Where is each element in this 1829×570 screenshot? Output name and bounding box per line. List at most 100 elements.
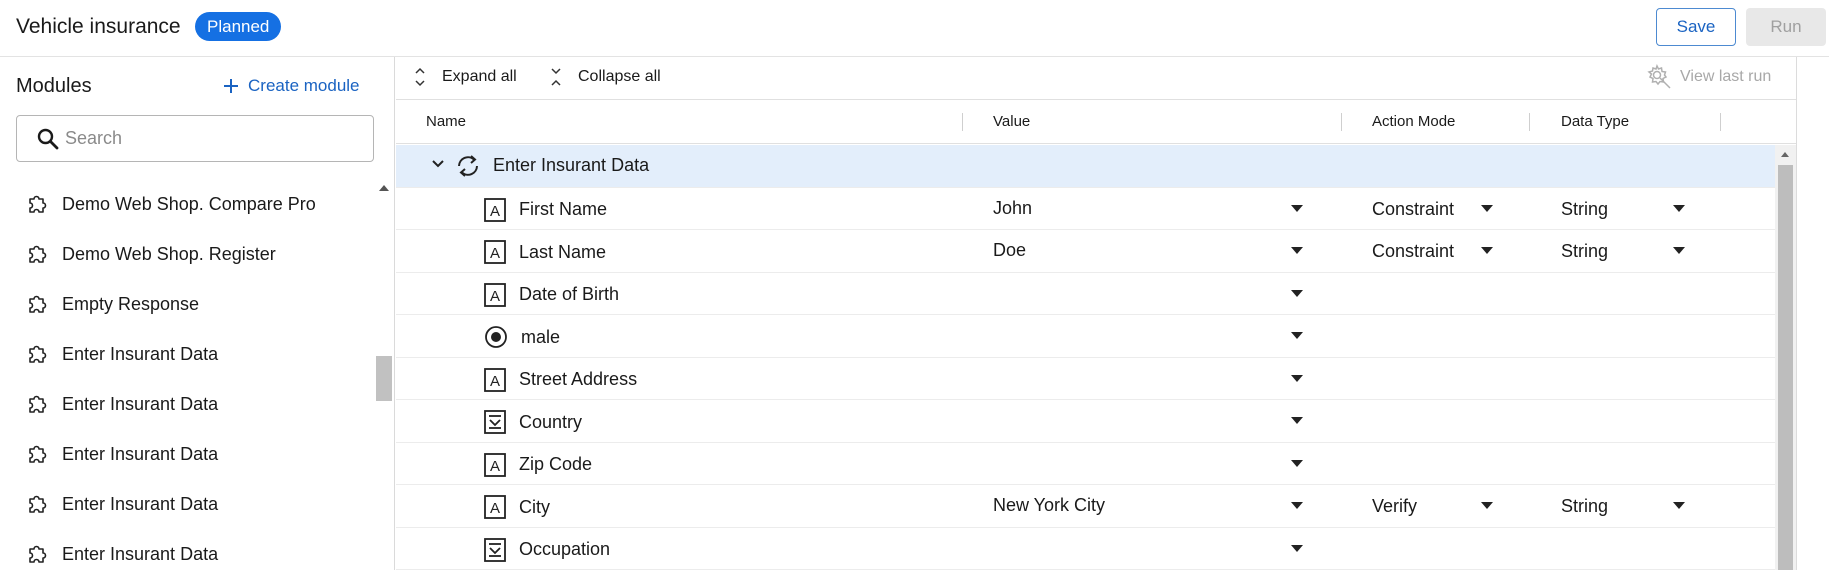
gear-icon [1646,64,1672,90]
table-row[interactable]: A City New York City Verify String [396,485,1775,528]
textbox-icon: A [484,197,506,222]
action-mode-dropdown-icon[interactable] [1481,502,1493,509]
module-list-item[interactable]: Enter Insurant Data [0,379,374,429]
textbox-icon: A [484,367,506,392]
value-dropdown-icon[interactable] [1291,332,1303,339]
module-list-item[interactable]: Enter Insurant Data [0,529,374,570]
expand-all-button[interactable]: Expand all [414,67,517,87]
module-list-item[interactable]: Enter Insurant Data [0,329,374,379]
module-item-label: Empty Response [62,293,200,314]
textbox-icon: A [484,282,506,307]
value-dropdown-icon[interactable] [1291,289,1303,297]
view-last-run-button[interactable]: View last run [1646,64,1771,90]
field-name-label: Country [519,411,583,432]
puzzle-icon [26,243,48,265]
module-list-item[interactable]: Enter Insurant Data [0,479,374,529]
value-dropdown-icon[interactable] [1291,459,1303,467]
grid-rows: A First Name John Constraint String A Last Nam… [396,188,1775,570]
module-item-label: Demo Web Shop. Compare Pro [62,193,316,214]
value-dropdown-icon[interactable] [1291,417,1303,424]
collapse-icon [550,67,562,87]
chevron-down-icon[interactable] [431,159,445,169]
value-dropdown-icon[interactable] [1291,204,1303,212]
action-mode-dropdown-icon[interactable] [1481,247,1493,254]
name-cell[interactable]: Country [484,410,582,434]
module-list-item[interactable]: Empty Response [0,279,374,329]
value-cell[interactable]: John [993,198,1032,219]
expand-all-label: Expand all [442,68,517,85]
column-resizer[interactable] [962,113,963,131]
data-type-dropdown-icon[interactable] [1673,247,1685,254]
table-row[interactable]: A Street Address [396,358,1775,400]
table-row[interactable]: Occupation [396,528,1775,570]
textbox-icon: A [484,240,506,264]
data-type-dropdown-icon[interactable] [1673,204,1685,212]
table-row[interactable]: Country [396,400,1775,443]
module-list-item[interactable]: Demo Web Shop. Register [0,229,374,279]
name-cell[interactable]: A Street Address [484,367,637,392]
name-cell[interactable]: A Zip Code [484,452,592,477]
sidebar-scrollbar[interactable] [374,185,394,570]
grid-scroll-thumb[interactable] [1778,165,1793,570]
sidebar-scroll-thumb[interactable] [376,356,392,401]
puzzle-icon [26,343,48,365]
data-type-select[interactable]: String [1561,496,1608,517]
action-mode-select[interactable]: Constraint [1372,199,1454,220]
create-module-button[interactable]: Create module [224,76,360,96]
name-cell[interactable]: A Date of Birth [484,282,620,307]
value-dropdown-icon[interactable] [1291,374,1303,382]
refresh-icon [454,154,482,178]
action-mode-select[interactable]: Constraint [1372,241,1454,262]
column-resizer[interactable] [1341,113,1342,131]
view-last-run-label: View last run [1680,68,1772,85]
search-field[interactable] [16,115,374,162]
module-item-label: Enter Insurant Data [62,343,219,364]
action-mode-dropdown-icon[interactable] [1481,204,1493,212]
data-type-select[interactable]: String [1561,199,1608,220]
table-row[interactable]: A Last Name Doe Constraint String [396,230,1775,273]
column-header-name[interactable]: Name [426,113,466,130]
module-list-item[interactable]: Enter Insurant Data [0,429,374,479]
module-item-label: Demo Web Shop. Register [62,243,276,264]
table-row[interactable]: A Zip Code [396,443,1775,485]
status-badge: Planned [195,12,282,41]
data-type-dropdown-icon[interactable] [1673,502,1685,509]
grid-body: Enter Insurant Data A First Name John Const… [396,145,1775,570]
data-type-select[interactable]: String [1561,241,1608,262]
scroll-up-arrow-icon[interactable] [1781,152,1789,157]
module-item-label: Enter Insurant Data [62,493,219,514]
scroll-up-arrow-icon[interactable] [379,185,389,191]
field-name-label: Date of Birth [519,284,620,304]
action-mode-select[interactable]: Verify [1372,496,1417,517]
svg-text:A: A [490,458,500,475]
module-list-item[interactable]: Demo Web Shop. Compare Pro [0,179,374,229]
table-row[interactable]: male [396,315,1775,358]
column-resizer[interactable] [1529,113,1530,131]
value-cell[interactable]: Doe [993,240,1026,261]
grid-scrollbar[interactable] [1775,145,1796,570]
field-name-label: male [521,326,561,347]
textbox-icon: A [484,495,506,519]
name-cell[interactable]: A Last Name [484,240,606,264]
table-row[interactable]: A Date of Birth [396,273,1775,315]
collapse-all-button[interactable]: Collapse all [550,67,661,87]
value-cell[interactable]: New York City [993,495,1105,516]
column-resizer[interactable] [1720,113,1721,131]
radio-icon [484,325,508,349]
value-dropdown-icon[interactable] [1291,502,1303,509]
save-button[interactable]: Save [1656,8,1736,46]
name-cell[interactable]: A First Name [484,197,607,222]
column-header-data-type[interactable]: Data Type [1561,113,1629,130]
name-cell[interactable]: Occupation [484,537,610,562]
top-bar: Vehicle insurance Planned Save Run [0,0,1829,57]
name-cell[interactable]: A City [484,495,550,519]
name-cell[interactable]: male [484,325,560,349]
column-header-value[interactable]: Value [993,113,1030,130]
search-input[interactable] [65,128,345,149]
column-header-action-mode[interactable]: Action Mode [1372,113,1455,130]
group-row[interactable]: Enter Insurant Data [396,145,1775,188]
value-dropdown-icon[interactable] [1291,544,1303,552]
table-row[interactable]: A First Name John Constraint String [396,188,1775,230]
run-button[interactable]: Run [1746,8,1826,46]
value-dropdown-icon[interactable] [1291,247,1303,254]
